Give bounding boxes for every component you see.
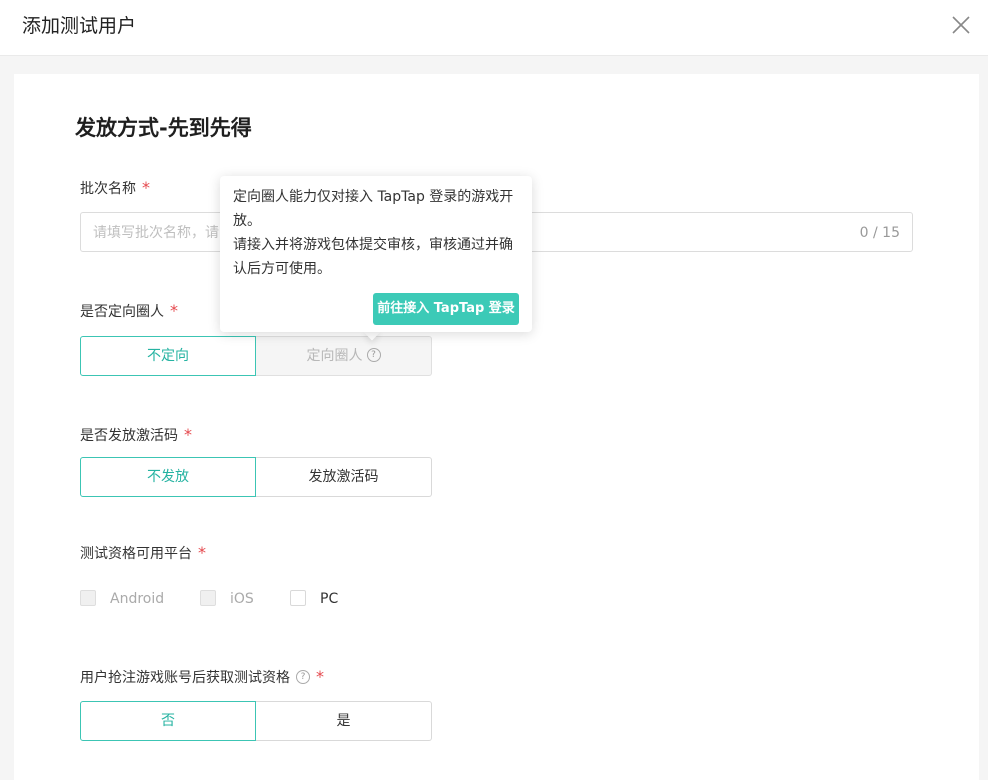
section-title: 发放方式-先到先得	[75, 116, 252, 140]
required-mark: *	[184, 425, 192, 444]
option-targeted-circle[interactable]: 定向圈人?	[256, 336, 432, 376]
targeted-circle-segmented: 不定向 定向圈人?	[80, 336, 432, 376]
option-no[interactable]: 否	[80, 701, 256, 741]
dialog-header: 添加测试用户	[0, 0, 988, 56]
required-mark: *	[170, 301, 178, 320]
close-button[interactable]	[946, 10, 976, 40]
batch-name-label: 批次名称 *	[80, 178, 150, 199]
dialog-title: 添加测试用户	[22, 15, 137, 37]
tooltip-line-2: 请接入并将游戏包体提交审核，审核通过并确认后方可使用。	[233, 237, 513, 277]
checkbox-pc-label: PC	[320, 591, 339, 607]
activation-code-label-text: 是否发放激活码	[80, 428, 178, 444]
targeted-circle-label-text: 是否定向圈人	[80, 304, 164, 320]
char-counter: 0 / 15	[859, 225, 900, 241]
tooltip-line-1: 定向圈人能力仅对接入 TapTap 登录的游戏开放。	[233, 189, 514, 229]
option-not-targeted[interactable]: 不定向	[80, 336, 256, 376]
checkbox-ios-label: iOS	[230, 591, 254, 607]
batch-name-label-text: 批次名称	[80, 181, 136, 197]
required-mark: *	[198, 543, 206, 562]
preregister-segmented: 否 是	[80, 701, 432, 741]
go-integrate-taptap-login-button[interactable]: 前往接入 TapTap 登录	[373, 293, 519, 325]
question-circle-icon[interactable]: ?	[296, 670, 310, 684]
platform-label: 测试资格可用平台 *	[80, 543, 206, 564]
preregister-label: 用户抢注游戏账号后获取测试资格? *	[80, 667, 324, 688]
required-mark: *	[316, 667, 324, 686]
activation-code-label: 是否发放激活码 *	[80, 425, 192, 446]
checkbox-android-label: Android	[110, 591, 165, 607]
required-mark: *	[142, 178, 150, 197]
tooltip-text: 定向圈人能力仅对接入 TapTap 登录的游戏开放。 请接入并将游戏包体提交审核…	[233, 185, 525, 281]
targeted-circle-tooltip: 定向圈人能力仅对接入 TapTap 登录的游戏开放。 请接入并将游戏包体提交审核…	[220, 176, 532, 332]
option-yes[interactable]: 是	[256, 701, 432, 741]
preregister-label-text: 用户抢注游戏账号后获取测试资格	[80, 670, 290, 686]
question-circle-icon[interactable]: ?	[366, 348, 381, 362]
platform-label-text: 测试资格可用平台	[80, 546, 192, 562]
option-issue-code[interactable]: 发放激活码	[256, 457, 432, 497]
checkbox-box	[290, 590, 306, 606]
close-icon	[952, 16, 970, 34]
checkbox-box	[80, 590, 96, 606]
activation-code-segmented: 不发放 发放激活码	[80, 457, 432, 497]
option-no-code[interactable]: 不发放	[80, 457, 256, 497]
batch-name-placeholder: 请填写批次名称，请	[93, 225, 219, 241]
option-targeted-circle-label: 定向圈人	[306, 348, 363, 364]
targeted-circle-label: 是否定向圈人 *	[80, 301, 178, 322]
checkbox-box	[200, 590, 216, 606]
